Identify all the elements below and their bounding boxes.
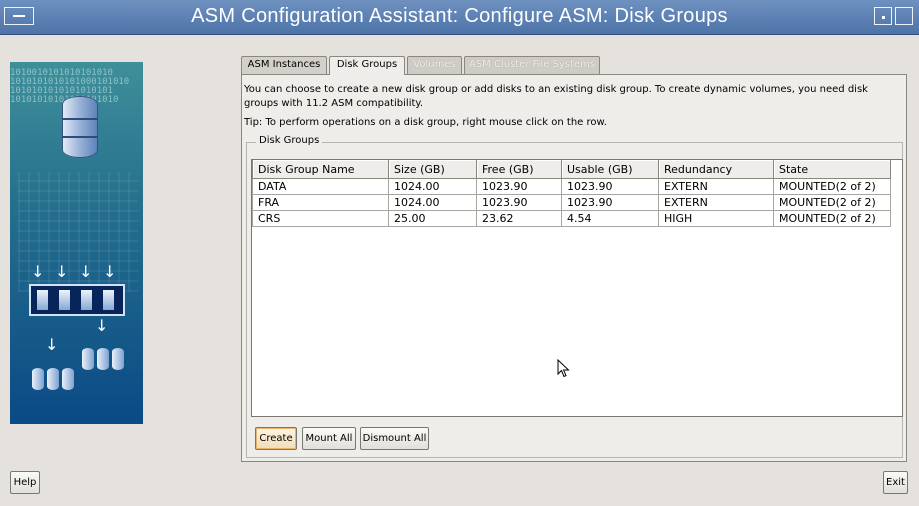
title-bar: ASM Configuration Assistant: Configure A… bbox=[0, 0, 919, 35]
column-header-state[interactable]: State bbox=[773, 160, 891, 179]
arrow-down-icon: ↓ bbox=[45, 335, 59, 354]
table-row[interactable]: CRS 25.00 23.62 4.54 HIGH MOUNTED(2 of 2… bbox=[252, 210, 891, 227]
column-header-free[interactable]: Free (GB) bbox=[476, 160, 562, 179]
cell-state: MOUNTED(2 of 2) bbox=[773, 178, 891, 195]
table-header-row: Disk Group Name Size (GB) Free (GB) Usab… bbox=[252, 160, 891, 179]
cell-disk-group-name: DATA bbox=[252, 178, 389, 195]
arrow-down-icon: ↓ bbox=[31, 262, 45, 281]
cell-disk-group-name: FRA bbox=[252, 194, 389, 211]
tab-asm-cluster-file-systems: ASM Cluster File Systems bbox=[464, 56, 600, 74]
column-header-redundancy[interactable]: Redundancy bbox=[658, 160, 774, 179]
groupbox-title: Disk Groups bbox=[256, 135, 323, 146]
tab-disk-groups[interactable]: Disk Groups bbox=[329, 56, 405, 75]
arrow-down-icon: ↓ bbox=[55, 262, 69, 281]
disk-icon bbox=[82, 348, 94, 370]
minimize-button[interactable] bbox=[874, 7, 892, 25]
dismount-all-button[interactable]: Dismount All bbox=[360, 427, 429, 450]
column-header-size[interactable]: Size (GB) bbox=[388, 160, 477, 179]
cell-redundancy: EXTERN bbox=[658, 194, 774, 211]
asm-illustration: 1010010101010101010 10101010101010001010… bbox=[10, 62, 143, 424]
cell-usable: 1023.90 bbox=[561, 194, 659, 211]
arrow-down-icon: ↓ bbox=[103, 262, 117, 281]
arrow-down-icon: ↓ bbox=[79, 262, 93, 281]
mount-all-button[interactable]: Mount All bbox=[302, 427, 356, 450]
disk-icon bbox=[62, 368, 74, 390]
window-title: ASM Configuration Assistant: Configure A… bbox=[191, 5, 728, 27]
cell-free: 23.62 bbox=[476, 210, 562, 227]
cell-usable: 4.54 bbox=[561, 210, 659, 227]
table-row[interactable]: FRA 1024.00 1023.90 1023.90 EXTERN MOUNT… bbox=[252, 194, 891, 211]
maximize-button[interactable] bbox=[895, 7, 913, 25]
disk-icon bbox=[32, 368, 44, 390]
cell-disk-group-name: CRS bbox=[252, 210, 389, 227]
cell-size: 1024.00 bbox=[388, 178, 477, 195]
disk-icon bbox=[97, 348, 109, 370]
cell-free: 1023.90 bbox=[476, 178, 562, 195]
exit-button[interactable]: Exit bbox=[883, 471, 908, 494]
column-header-usable[interactable]: Usable (GB) bbox=[561, 160, 659, 179]
create-button[interactable]: Create bbox=[255, 427, 297, 450]
mouse-pointer-icon bbox=[557, 358, 571, 382]
cell-size: 1024.00 bbox=[388, 194, 477, 211]
cell-free: 1023.90 bbox=[476, 194, 562, 211]
disk-icon bbox=[112, 348, 124, 370]
disk-groups-table[interactable]: Disk Group Name Size (GB) Free (GB) Usab… bbox=[251, 159, 903, 417]
cell-state: MOUNTED(2 of 2) bbox=[773, 194, 891, 211]
cell-state: MOUNTED(2 of 2) bbox=[773, 210, 891, 227]
tab-asm-instances[interactable]: ASM Instances bbox=[241, 56, 327, 74]
cell-size: 25.00 bbox=[388, 210, 477, 227]
help-button[interactable]: Help bbox=[10, 471, 40, 494]
database-icon bbox=[62, 96, 98, 158]
tab-volumes: Volumes bbox=[407, 56, 462, 74]
column-header-disk-group-name[interactable]: Disk Group Name bbox=[252, 160, 389, 179]
cell-usable: 1023.90 bbox=[561, 178, 659, 195]
description-text: You can choose to create a new disk grou… bbox=[244, 84, 868, 109]
cell-redundancy: EXTERN bbox=[658, 178, 774, 195]
tip-text: Tip: To perform operations on a disk gro… bbox=[244, 117, 607, 128]
table-row[interactable]: DATA 1024.00 1023.90 1023.90 EXTERN MOUN… bbox=[252, 178, 891, 195]
cell-redundancy: HIGH bbox=[658, 210, 774, 227]
disk-icon bbox=[47, 368, 59, 390]
disk-array-icon bbox=[29, 284, 125, 316]
arrow-down-icon: ↓ bbox=[95, 316, 109, 335]
